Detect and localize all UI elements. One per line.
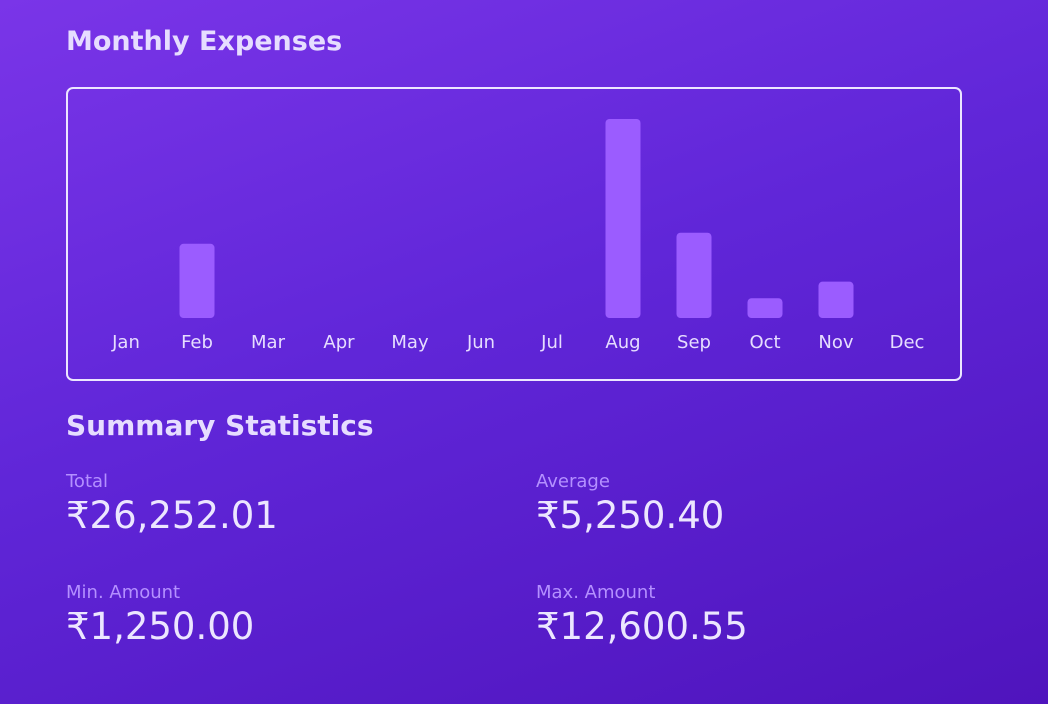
max-amount-label: Max. Amount bbox=[536, 582, 656, 603]
total-stat: Total ₹26,252.01 bbox=[66, 471, 278, 537]
total-value: ₹26,252.01 bbox=[66, 494, 278, 537]
average-label: Average bbox=[536, 471, 610, 492]
max-amount-value: ₹12,600.55 bbox=[536, 605, 748, 648]
max-amount-stat: Max. Amount ₹12,600.55 bbox=[536, 582, 748, 648]
chart-container bbox=[66, 87, 962, 381]
total-label: Total bbox=[66, 471, 109, 492]
min-amount-value: ₹1,250.00 bbox=[66, 605, 255, 648]
average-value: ₹5,250.40 bbox=[536, 494, 725, 537]
page-title: Monthly Expenses bbox=[66, 26, 343, 57]
average-stat: Average ₹5,250.40 bbox=[536, 471, 724, 537]
min-amount-label: Min. Amount bbox=[66, 582, 181, 603]
min-amount-stat: Min. Amount ₹1,250.00 bbox=[66, 582, 254, 648]
summary-title: Summary Statistics bbox=[66, 409, 374, 442]
